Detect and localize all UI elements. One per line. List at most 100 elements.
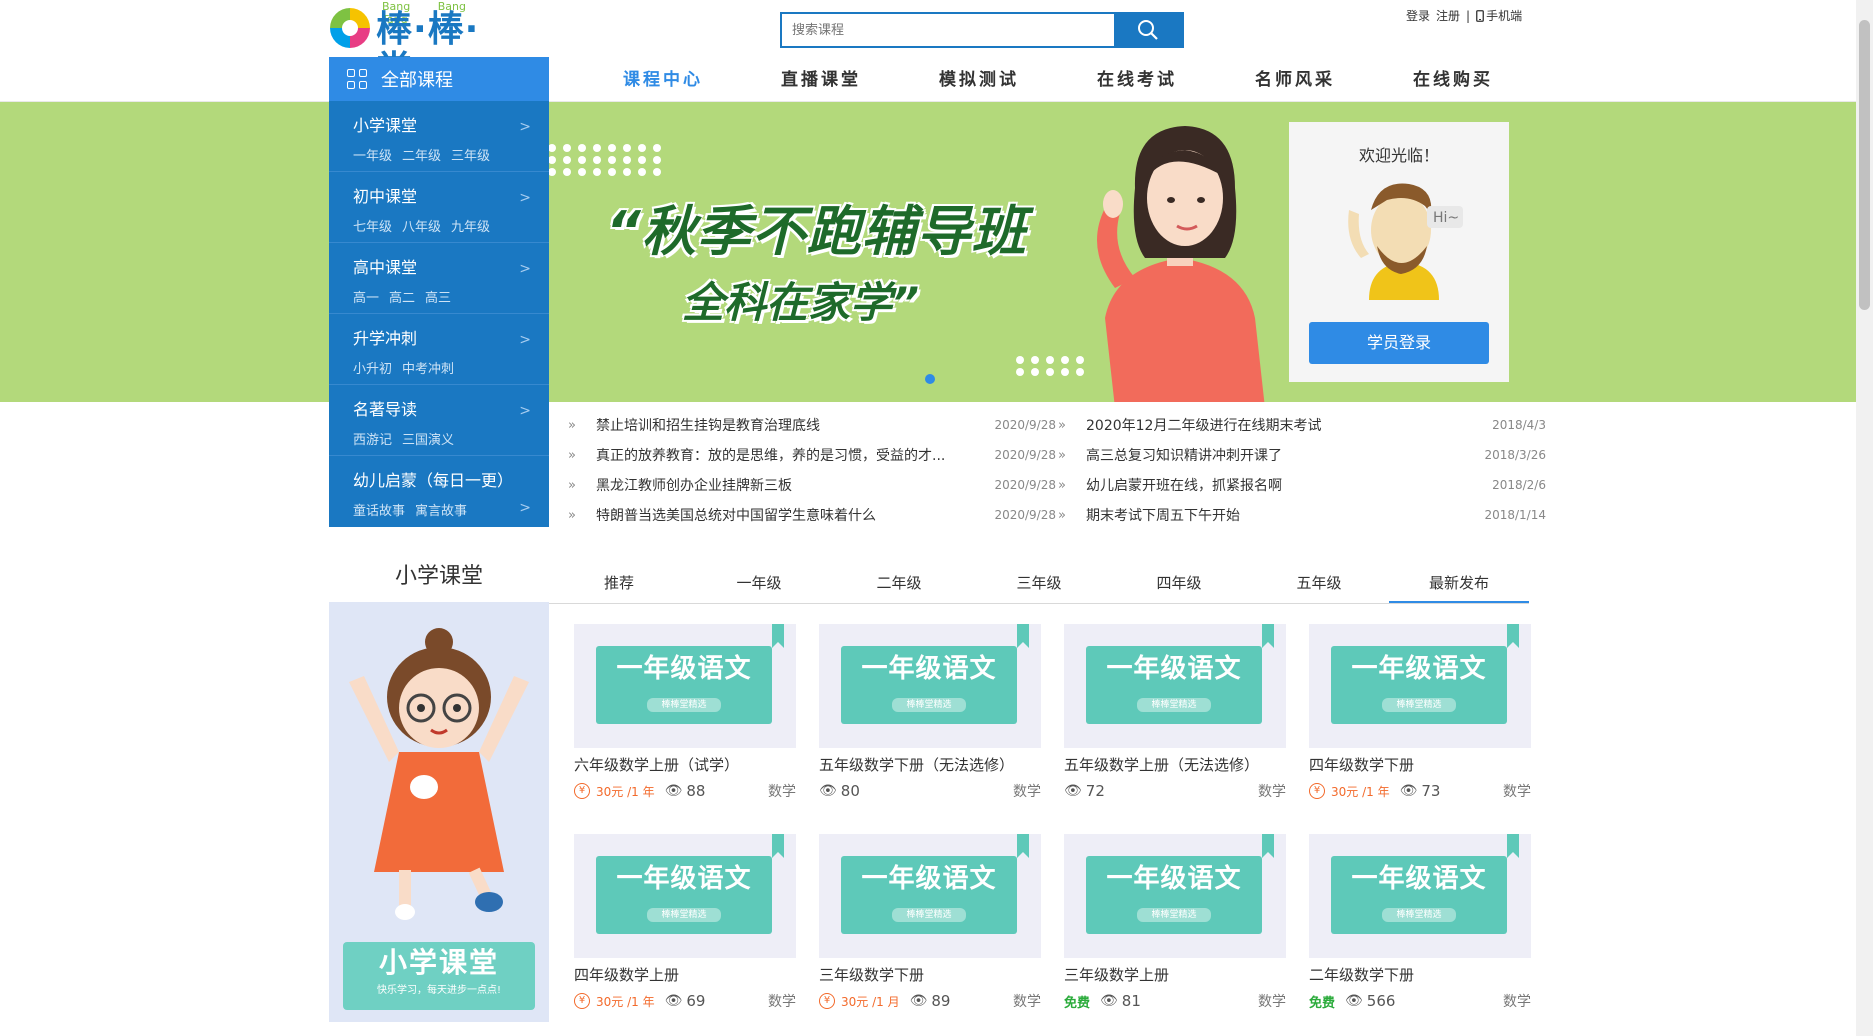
tab-recommended[interactable]: 推荐 bbox=[549, 566, 689, 603]
course-thumbnail[interactable]: 一年级语文 棒棒堂精选 bbox=[819, 624, 1041, 748]
mobile-link[interactable]: 手机端 bbox=[1476, 7, 1522, 24]
carousel-indicator[interactable] bbox=[925, 374, 935, 384]
double-chevron-icon: » bbox=[1058, 477, 1066, 493]
news-item[interactable]: » 期末考试下周五下午开始 2018/1/14 bbox=[1056, 500, 1546, 530]
course-title[interactable]: 四年级数学下册 bbox=[1309, 754, 1531, 775]
news-item[interactable]: » 2020年12月二年级进行在线期末考试 2018/4/3 bbox=[1056, 410, 1546, 440]
course-thumbnail[interactable]: 一年级语文 棒棒堂精选 bbox=[1064, 624, 1286, 748]
news-item[interactable]: » 高三总复习知识精讲冲刺开课了 2018/3/26 bbox=[1056, 440, 1546, 470]
course-thumbnail[interactable]: 一年级语文 棒棒堂精选 bbox=[1064, 834, 1286, 958]
nav-online-purchase[interactable]: 在线购买 bbox=[1374, 58, 1532, 102]
sidebar-sub-link[interactable]: 小升初 bbox=[353, 358, 392, 377]
view-count: 88 bbox=[686, 782, 706, 800]
site-logo[interactable]: Bang Bang Tang 棒·棒·堂 bbox=[330, 0, 510, 90]
sidebar-sub-link[interactable]: 寓言故事 bbox=[415, 500, 467, 519]
course-title[interactable]: 五年级数学下册（无法选修） bbox=[819, 754, 1041, 775]
register-link[interactable]: 注册 bbox=[1436, 7, 1460, 24]
course-title[interactable]: 三年级数学上册 bbox=[1064, 964, 1286, 985]
eye-icon: 👁 bbox=[1064, 783, 1082, 799]
yen-icon: ¥ bbox=[819, 993, 835, 1009]
nav-live-class[interactable]: 直播课堂 bbox=[742, 58, 900, 102]
bookmark-icon bbox=[1507, 624, 1519, 648]
section-promo-panel[interactable]: 小学课堂 快乐学习，每天进步一点点! bbox=[329, 602, 549, 1022]
course-thumbnail[interactable]: 一年级语文 棒棒堂精选 bbox=[574, 834, 796, 958]
tab-grade-2[interactable]: 二年级 bbox=[829, 566, 969, 603]
sidebar-sub-link[interactable]: 西游记 bbox=[353, 429, 392, 448]
sidebar-sub-link[interactable]: 三年级 bbox=[451, 145, 490, 164]
sidebar-sub-link[interactable]: 高三 bbox=[425, 287, 451, 306]
course-card[interactable]: 一年级语文 棒棒堂精选 六年级数学上册（试学） ¥30元 /1 年 👁 88 数学 bbox=[574, 624, 796, 820]
news-item[interactable]: » 特朗普当选美国总统对中国留学生意味着什么 2020/9/28 bbox=[566, 500, 1056, 530]
course-title[interactable]: 四年级数学上册 bbox=[574, 964, 796, 985]
news-item[interactable]: » 黑龙江教师创办企业挂牌新三板 2020/9/28 bbox=[566, 470, 1056, 500]
student-login-button[interactable]: 学员登录 bbox=[1309, 322, 1489, 364]
sidebar-sub-link[interactable]: 高一 bbox=[353, 287, 379, 306]
course-card[interactable]: 一年级语文 棒棒堂精选 四年级数学上册 ¥30元 /1 年 👁 69 数学 bbox=[574, 834, 796, 1030]
scrollbar-thumb[interactable] bbox=[1859, 20, 1870, 310]
tab-latest[interactable]: 最新发布 bbox=[1389, 566, 1529, 603]
tab-grade-1[interactable]: 一年级 bbox=[689, 566, 829, 603]
sidebar-item-classics[interactable]: 名著导读 西游记 三国演义 > bbox=[329, 385, 549, 456]
sidebar-sub-link[interactable]: 三国演义 bbox=[402, 429, 454, 448]
eye-icon: 👁 bbox=[909, 993, 928, 1009]
course-price: 30元 /1 年 bbox=[596, 994, 655, 1009]
course-card[interactable]: 一年级语文 棒棒堂精选 四年级数学下册 ¥30元 /1 年 👁 73 数学 bbox=[1309, 624, 1531, 820]
chevron-right-icon: > bbox=[519, 332, 531, 348]
course-title[interactable]: 三年级数学下册 bbox=[819, 964, 1041, 985]
nav-mock-test[interactable]: 模拟测试 bbox=[900, 58, 1058, 102]
course-card[interactable]: 一年级语文 棒棒堂精选 五年级数学上册（无法选修） 👁 72 数学 bbox=[1064, 624, 1286, 820]
course-card[interactable]: 一年级语文 棒棒堂精选 二年级数学下册 免费 👁 566 数学 bbox=[1309, 834, 1531, 1030]
view-count: 80 bbox=[840, 782, 860, 800]
banner-carousel[interactable]: “秋季不跑辅导班 全科在家学” bbox=[0, 102, 1856, 402]
thumbnail-subtitle: 棒棒堂精选 bbox=[1137, 698, 1211, 712]
sidebar-sub-link[interactable]: 八年级 bbox=[402, 216, 441, 235]
all-courses-button[interactable]: 全部课程 bbox=[329, 57, 549, 101]
sidebar-sub-link[interactable]: 二年级 bbox=[402, 145, 441, 164]
girl-illustration bbox=[349, 628, 529, 920]
free-badge: 免费 bbox=[1064, 995, 1091, 1011]
sidebar-sub-link[interactable]: 中考冲刺 bbox=[402, 358, 454, 377]
tab-grade-3[interactable]: 三年级 bbox=[969, 566, 1109, 603]
news-item[interactable]: » 真正的放养教育：放的是思维，养的是习惯，受益的才... 2020/9/28 bbox=[566, 440, 1056, 470]
course-category-sidebar: 小学课堂 一年级 二年级 三年级 > 初中课堂 七年级 八年级 九年级 > 高中… bbox=[329, 101, 549, 527]
course-subject: 数学 bbox=[1013, 994, 1041, 1010]
nav-teachers[interactable]: 名师风采 bbox=[1216, 58, 1374, 102]
course-thumbnail[interactable]: 一年级语文 棒棒堂精选 bbox=[1309, 624, 1531, 748]
course-title[interactable]: 五年级数学上册（无法选修） bbox=[1064, 754, 1286, 775]
course-thumbnail[interactable]: 一年级语文 棒棒堂精选 bbox=[819, 834, 1041, 958]
news-item[interactable]: » 禁止培训和招生挂钩是教育治理底线 2020/9/28 bbox=[566, 410, 1056, 440]
sidebar-sub-link[interactable]: 高二 bbox=[389, 287, 415, 306]
sidebar-sub-link[interactable]: 九年级 bbox=[451, 216, 490, 235]
double-chevron-icon: » bbox=[1058, 507, 1066, 523]
sidebar-item-junior[interactable]: 初中课堂 七年级 八年级 九年级 > bbox=[329, 172, 549, 243]
course-card[interactable]: 一年级语文 棒棒堂精选 三年级数学上册 免费 👁 81 数学 bbox=[1064, 834, 1286, 1030]
course-card[interactable]: 一年级语文 棒棒堂精选 五年级数学下册（无法选修） 👁 80 数学 bbox=[819, 624, 1041, 820]
double-chevron-icon: » bbox=[568, 477, 576, 493]
tab-grade-5[interactable]: 五年级 bbox=[1249, 566, 1389, 603]
login-link[interactable]: 登录 bbox=[1406, 7, 1430, 24]
sidebar-item-label: 初中课堂 bbox=[353, 187, 418, 206]
course-title[interactable]: 六年级数学上册（试学） bbox=[574, 754, 796, 775]
chevron-right-icon: > bbox=[519, 403, 531, 419]
course-thumbnail[interactable]: 一年级语文 棒棒堂精选 bbox=[1309, 834, 1531, 958]
course-title[interactable]: 二年级数学下册 bbox=[1309, 964, 1531, 985]
news-item[interactable]: » 幼儿启蒙开班在线，抓紧报名啊 2018/2/6 bbox=[1056, 470, 1546, 500]
sidebar-item-primary[interactable]: 小学课堂 一年级 二年级 三年级 > bbox=[329, 101, 549, 172]
sidebar-sub-link[interactable]: 一年级 bbox=[353, 145, 392, 164]
thumbnail-title: 一年级语文 bbox=[1106, 864, 1242, 894]
sidebar-item-exam-sprint[interactable]: 升学冲刺 小升初 中考冲刺 > bbox=[329, 314, 549, 385]
sidebar-item-early-education[interactable]: 幼儿启蒙（每日一更） 童话故事 寓言故事 > bbox=[329, 456, 549, 527]
course-card[interactable]: 一年级语文 棒棒堂精选 三年级数学下册 ¥30元 /1 月 👁 89 数学 bbox=[819, 834, 1041, 1030]
sidebar-sub-link[interactable]: 童话故事 bbox=[353, 500, 405, 519]
scrollbar[interactable] bbox=[1856, 0, 1873, 1036]
search-input[interactable] bbox=[782, 14, 1116, 46]
sidebar-item-label: 升学冲刺 bbox=[353, 329, 418, 348]
nav-online-exam[interactable]: 在线考试 bbox=[1058, 58, 1216, 102]
sidebar-sub-link[interactable]: 七年级 bbox=[353, 216, 392, 235]
search-button[interactable] bbox=[1114, 14, 1182, 46]
nav-course-center[interactable]: 课程中心 bbox=[584, 58, 742, 102]
tab-grade-4[interactable]: 四年级 bbox=[1109, 566, 1249, 603]
bookmark-icon bbox=[1017, 624, 1029, 648]
course-thumbnail[interactable]: 一年级语文 棒棒堂精选 bbox=[574, 624, 796, 748]
sidebar-item-senior[interactable]: 高中课堂 高一 高二 高三 > bbox=[329, 243, 549, 314]
